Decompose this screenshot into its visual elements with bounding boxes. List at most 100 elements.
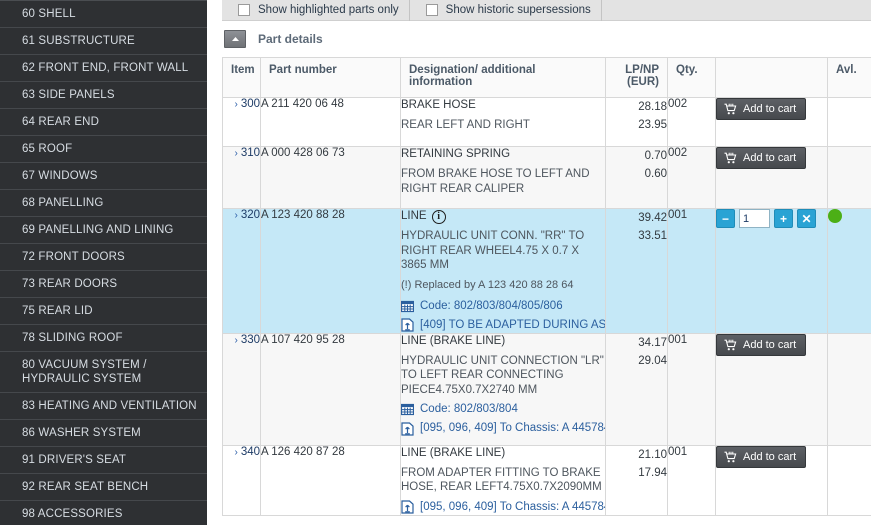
table-row[interactable]: › 320 A 123 420 88 28 LINE i HYDRAULIC UNIT C… <box>222 208 871 334</box>
sidebar-item-72-front-doors[interactable]: 72 FRONT DOORS <box>0 244 207 271</box>
decrease-quantity-button[interactable]: − <box>716 209 735 228</box>
row-cart-cell: − +✕ <box>715 208 828 334</box>
row-note-text: [095, 096, 409] To Chassis: A 445784... <box>420 500 605 513</box>
table-row[interactable]: › 300 A 211 420 06 48 BRAKE HOSE REAR LEFT A… <box>222 97 871 147</box>
row-designation-title-text: LINE (BRAKE LINE) <box>401 446 506 459</box>
column-header-part-number[interactable]: Part number <box>260 57 401 98</box>
row-price-net: 0.60 <box>644 168 667 180</box>
row-price: 39.42 33.51 <box>605 208 668 334</box>
row-availability <box>827 332 871 446</box>
sidebar-item-61-substructure[interactable]: 61 SUBSTRUCTURE <box>0 28 207 55</box>
parts-table-body: › 300 A 211 420 06 48 BRAKE HOSE REAR LEFT A… <box>222 97 871 516</box>
add-to-cart-label: Add to cart <box>743 450 797 463</box>
row-item-expand[interactable]: › 340 <box>222 444 261 516</box>
increase-quantity-button[interactable]: + <box>774 209 793 228</box>
availability-in-stock-icon <box>828 209 842 223</box>
row-part-number[interactable]: A 211 420 06 48 <box>260 97 401 147</box>
sidebar-item-62-front-end-front-wall[interactable]: 62 FRONT END, FRONT WALL <box>0 55 207 82</box>
row-price-net: 23.95 <box>638 119 667 131</box>
filter-bar-spacer <box>602 0 871 21</box>
sidebar-item-80-vacuum-system-hydraulic-system[interactable]: 80 VACUUM SYSTEM / HYDRAULIC SYSTEM <box>0 352 207 393</box>
row-item-expand[interactable]: › 320 <box>222 208 261 334</box>
shopping-cart-icon <box>724 152 737 164</box>
add-to-cart-button[interactable]: Add to cart <box>716 333 807 356</box>
info-icon[interactable]: i <box>431 209 446 224</box>
row-note[interactable]: [095, 096, 409] To Chassis: A 445784... <box>401 421 605 436</box>
sidebar-item-86-washer-system[interactable]: 86 WASHER SYSTEM <box>0 420 207 447</box>
row-cart-cell: Add to cart <box>715 146 828 209</box>
sidebar-item-98-accessories[interactable]: 98 ACCESSORIES <box>0 501 207 525</box>
collapse-toggle-button[interactable] <box>224 30 246 48</box>
sidebar-item-68-panelling[interactable]: 68 PANELLING <box>0 190 207 217</box>
row-cart-cell: Add to cart <box>715 444 828 516</box>
sidebar-item-60-shell[interactable]: 60 SHELL <box>0 1 207 28</box>
row-quantity: 001 <box>667 332 716 446</box>
table-row[interactable]: › 340 A 126 420 87 28 LINE (BRAKE LINE) FROM… <box>222 444 871 516</box>
sidebar-item-64-rear-end[interactable]: 64 REAR END <box>0 109 207 136</box>
table-row[interactable]: › 310 A 000 428 06 73 RETAINING SPRING FROM … <box>222 146 871 209</box>
sidebar-item-73-rear-doors[interactable]: 73 REAR DOORS <box>0 271 207 298</box>
sidebar-item-label: 83 HEATING AND VENTILATION <box>22 400 197 412</box>
row-item-number: 310 <box>240 147 260 159</box>
row-designation-description: FROM ADAPTER FITTING TO BRAKE HOSE, REAR… <box>401 466 602 494</box>
filter-historic-supersessions[interactable]: Show historic supersessions <box>410 0 602 21</box>
row-availability <box>827 444 871 516</box>
sidebar-item-69-panelling-and-lining[interactable]: 69 PANELLING AND LINING <box>0 217 207 244</box>
row-price-list: 39.42 <box>638 212 667 224</box>
filter-highlighted-parts[interactable]: Show highlighted parts only <box>222 0 410 21</box>
sidebar-item-label: 78 SLIDING ROOF <box>22 332 123 344</box>
add-to-cart-button[interactable]: Add to cart <box>716 147 807 169</box>
row-quantity: 002 <box>667 97 716 147</box>
column-header-designation[interactable]: Designation/ additional information <box>400 57 606 98</box>
show-highlighted-parts-checkbox[interactable] <box>238 4 250 16</box>
show-historic-supersessions-checkbox[interactable] <box>425 4 438 16</box>
add-to-cart-button[interactable]: Add to cart <box>716 98 807 120</box>
sidebar-item-label: 80 VACUUM SYSTEM / HYDRAULIC SYSTEM <box>22 359 147 385</box>
sidebar-item-label: 63 SIDE PANELS <box>22 89 115 101</box>
row-designation-description: HYDRAULIC UNIT CONN. "RR" TO RIGHT REAR … <box>401 230 585 271</box>
row-price: 21.10 17.94 <box>605 444 668 516</box>
row-note[interactable]: Code: 802/803/804 <box>401 402 605 417</box>
row-designation-description: FROM BRAKE HOSE TO LEFT AND RIGHT REAR C… <box>401 168 590 195</box>
row-item-number: 340 <box>240 445 260 458</box>
add-to-cart-button[interactable]: Add to cart <box>716 445 807 468</box>
row-designation-title-text: BRAKE HOSE <box>401 99 476 111</box>
chevron-right-icon: › <box>234 148 238 159</box>
sidebar-item-78-sliding-roof[interactable]: 78 SLIDING ROOF <box>0 325 207 352</box>
row-part-number[interactable]: A 123 420 88 28 <box>260 208 401 334</box>
column-header-availability[interactable]: Avl. <box>827 57 871 98</box>
row-part-number[interactable]: A 126 420 87 28 <box>260 444 401 516</box>
quantity-input[interactable] <box>739 209 770 228</box>
row-note-text: [095, 096, 409] To Chassis: A 445784... <box>420 422 605 434</box>
row-item-number: 300 <box>240 98 260 110</box>
quantity-stepper[interactable]: − +✕ <box>716 209 816 228</box>
sidebar-item-67-windows[interactable]: 67 WINDOWS <box>0 163 207 190</box>
column-header-qty[interactable]: Qty. <box>667 57 716 98</box>
row-part-number[interactable]: A 000 428 06 73 <box>260 146 401 209</box>
sidebar-item-83-heating-and-ventilation[interactable]: 83 HEATING AND VENTILATION <box>0 393 207 420</box>
sidebar-item-label: 61 SUBSTRUCTURE <box>22 35 135 47</box>
row-note[interactable]: [409] TO BE ADAPTED DURING ASS... <box>401 318 605 333</box>
sidebar-item-label: 60 SHELL <box>22 8 76 20</box>
table-row[interactable]: › 330 A 107 420 95 28 LINE (BRAKE LINE) HYDR… <box>222 332 871 446</box>
sidebar-item-label: 69 PANELLING AND LINING <box>22 224 174 236</box>
sidebar-item-63-side-panels[interactable]: 63 SIDE PANELS <box>0 82 207 109</box>
sidebar-item-75-rear-lid[interactable]: 75 REAR LID <box>0 298 207 325</box>
column-header-price[interactable]: LP/NP (EUR) <box>605 57 668 98</box>
row-note[interactable]: Code: 802/803/804/805/806 <box>401 299 605 314</box>
column-header-item[interactable]: Item <box>222 57 261 98</box>
row-price-net: 29.04 <box>638 354 667 367</box>
row-item-expand[interactable]: › 300 <box>222 97 261 147</box>
row-item-expand[interactable]: › 330 <box>222 332 261 446</box>
row-part-number[interactable]: A 107 420 95 28 <box>260 332 401 446</box>
document-up-icon <box>401 318 414 332</box>
row-item-expand[interactable]: › 310 <box>222 146 261 209</box>
sidebar-item-label: 62 FRONT END, FRONT WALL <box>22 62 189 74</box>
sidebar-item-91-driver-s-seat[interactable]: 91 DRIVER'S SEAT <box>0 447 207 474</box>
show-historic-supersessions-label: Show historic supersessions <box>445 4 591 16</box>
sidebar-item-label: 91 DRIVER'S SEAT <box>22 454 127 466</box>
remove-from-cart-button[interactable]: ✕ <box>797 209 816 228</box>
row-note[interactable]: [095, 096, 409] To Chassis: A 445784... <box>401 500 605 515</box>
sidebar-item-65-roof[interactable]: 65 ROOF <box>0 136 207 163</box>
sidebar-item-92-rear-seat-bench[interactable]: 92 REAR SEAT BENCH <box>0 474 207 501</box>
